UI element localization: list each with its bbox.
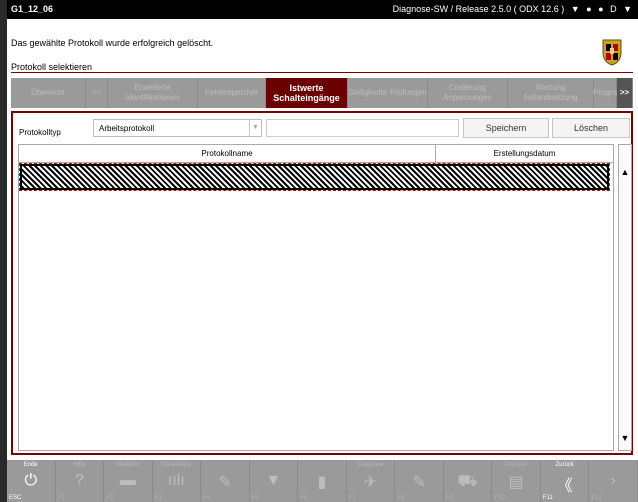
fkey-hilfe[interactable]: Hilfe ? F1 [56,460,105,502]
tab-scroll-left[interactable]: << [86,78,108,108]
fkey-diagnose[interactable]: Diagnose ✈ F7 [347,460,396,502]
screen-id: G1_12_06 [11,4,54,14]
help-icon: ? [74,472,84,489]
fkey-drucken[interactable]: Drucken ▤ F10 [492,460,541,502]
scroll-down-icon[interactable]: ▼ [619,428,631,448]
delete-icon: ▮ [317,474,327,491]
protocol-table: Protokollname Erstellungsdatum [18,144,614,451]
left-border [0,0,7,502]
table-row-selected[interactable] [19,163,610,191]
tab-fehlerspeicher[interactable]: Fehlerspeicher [198,78,266,108]
tab-uebersicht[interactable]: Übersicht [11,78,86,108]
fkey-f6[interactable]: ▮ F6 [298,460,347,502]
language-dropdown-icon[interactable]: ▼ [623,4,632,14]
delete-button[interactable]: Löschen [552,118,630,138]
fkey-f4[interactable]: ✎ F4 [201,460,250,502]
column-header-protokollname[interactable]: Protokollname [19,145,436,162]
tab-erweiterte-identifikationen[interactable]: Erweiterte Identifikationen [108,78,198,108]
tab-wartung-instandsetzung[interactable]: Wartung Instandsetzung [508,78,594,108]
fkey-datensaetze[interactable]: Datensätze ıılı F3 [153,460,202,502]
title-bar: G1_12_06 Diagnose-SW / Release 2.5.0 ( O… [7,0,638,19]
protokolltyp-label: Protokolltyp [19,128,61,137]
save-button[interactable]: Speichern [463,118,549,138]
main-panel: Protokolltyp Arbeitsprotokoll ▼ Speicher… [11,111,633,455]
selection-label: Protokoll selektieren [11,62,93,72]
scroll-up-icon[interactable]: ▲ [619,162,631,182]
crest-logo [602,39,622,66]
print-icon: ▤ [508,474,524,491]
multiplex-icon: ▬ [119,472,136,489]
tab-istwerte-schalteingaenge[interactable]: Istwerte Schalteingänge [266,78,348,108]
table-header: Protokollname Erstellungsdatum [19,145,613,163]
filter-icon: ▼ [265,472,282,489]
column-header-erstellungsdatum[interactable]: Erstellungsdatum [436,145,613,162]
tab-programmierung[interactable]: Progra [593,78,617,108]
tab-stellglieder-pruefungen[interactable]: Stellglieder Prüfungen [348,78,428,108]
fkey-zurueck[interactable]: Zurück 《 F11 [541,460,590,502]
fkey-weiter[interactable]: › F12 [589,460,638,502]
back-icon: 《 [556,478,573,495]
language-indicator[interactable]: D [610,4,617,14]
fkey-f5[interactable]: ▼ F5 [250,460,299,502]
protocol-name-field[interactable] [266,119,459,137]
fkey-f9[interactable]: ⛟ F9 [444,460,493,502]
fkey-f8[interactable]: ✎ F8 [395,460,444,502]
status-dot-icon: ● [586,4,592,14]
separator [11,72,633,73]
protokolltyp-dropdown[interactable]: Arbeitsprotokoll ▼ [93,119,262,137]
power-icon: ⏻ [24,472,38,489]
fkey-multiplex[interactable]: Multiplex ▬ F2 [104,460,153,502]
tab-bar: Übersicht << Erweiterte Identifikationen… [11,78,633,108]
tab-codierung-anpassungen[interactable]: Codierung Anpassungen [428,78,508,108]
fkey-ende[interactable]: Ende ⏻ ESC [7,460,56,502]
vertical-scrollbar[interactable]: ▲ ▼ [618,144,632,451]
edit-icon: ✎ [218,474,232,491]
filter-icon[interactable]: ▼ [571,4,580,14]
status-dot-icon-2: ● [598,4,604,14]
version-info: Diagnose-SW / Release 2.5.0 ( ODX 12.6 )… [392,4,632,14]
protokolltyp-value: Arbeitsprotokoll [99,124,155,133]
forward-icon: › [610,472,616,489]
function-key-bar: Ende ⏻ ESC Hilfe ? F1 Multiplex ▬ F2 Dat… [7,460,638,502]
chevron-down-icon[interactable]: ▼ [249,120,261,136]
chart-icon: ıılı [167,472,185,489]
diagnose-icon: ✈ [363,474,378,491]
status-message: Das gewählte Protokoll wurde erfolgreich… [11,38,214,48]
write-icon: ✎ [412,474,426,491]
tab-scroll-right[interactable]: >> [617,78,633,108]
vehicle-icon: ⛟ [457,473,478,490]
